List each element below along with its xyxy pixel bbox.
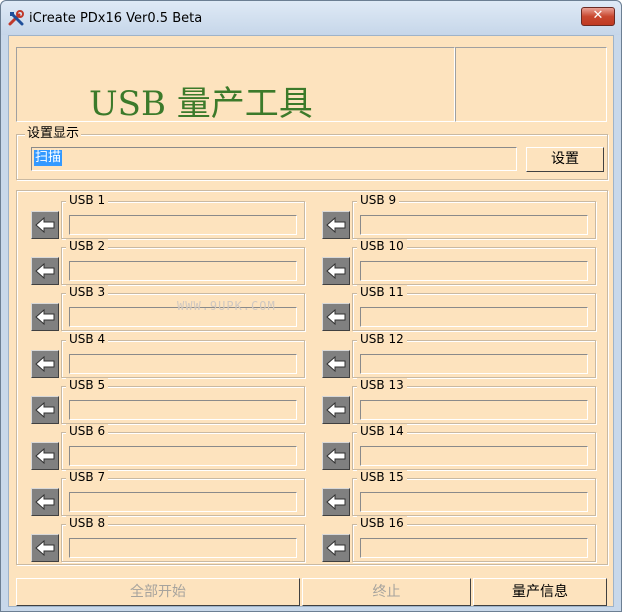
usb-port-16-arrow-icon: [322, 534, 350, 562]
usb-port-9-arrow-icon: [322, 211, 350, 239]
start-all-label: 全部开始: [130, 584, 186, 600]
usb-port-7: USB 7: [61, 470, 305, 516]
watermark-text: WWW.9UPK.COM: [177, 299, 276, 313]
usb-port-label: USB 9: [357, 193, 400, 208]
usb-port-status-field[interactable]: [360, 400, 588, 420]
usb-port-label: USB 4: [66, 332, 109, 347]
usb-port-5-arrow-icon: [31, 396, 59, 424]
usb-port-status-field[interactable]: [69, 215, 297, 235]
usb-port-status-field[interactable]: [69, 354, 297, 374]
usb-port-13-arrow-icon: [322, 396, 350, 424]
usb-port-label: USB 12: [357, 332, 407, 347]
usb-port-6: USB 6: [61, 424, 305, 470]
usb-port-10: USB 10: [352, 239, 596, 285]
usb-port-status-field[interactable]: [360, 261, 588, 281]
settings-group-label: 设置显示: [25, 126, 82, 142]
usb-port-label: USB 6: [66, 424, 109, 439]
usb-port-7-arrow-icon: [31, 488, 59, 516]
usb-port-1: USB 1: [61, 193, 305, 239]
usb-port-8: USB 8: [61, 516, 305, 562]
usb-port-9: USB 9: [352, 193, 596, 239]
main-panel: USB 量产工具 设置显示 扫描 设置 USB 1 USB 2 USB 3 USB 4…: [8, 35, 614, 607]
usb-port-12-arrow-icon: [322, 350, 350, 378]
usb-port-11-arrow-icon: [322, 303, 350, 331]
usb-port-label: USB 14: [357, 424, 407, 439]
usb-port-14: USB 14: [352, 424, 596, 470]
usb-port-status-field[interactable]: [360, 307, 588, 327]
settings-button[interactable]: 设置: [526, 147, 604, 172]
usb-port-status-field[interactable]: [360, 538, 588, 558]
usb-port-status-field[interactable]: [69, 538, 297, 558]
usb-port-status-field[interactable]: [360, 446, 588, 466]
usb-port-2: USB 2: [61, 239, 305, 285]
usb-port-2-arrow-icon: [31, 257, 59, 285]
stop-label: 终止: [372, 584, 401, 600]
usb-port-12: USB 12: [352, 332, 596, 378]
usb-port-label: USB 15: [357, 470, 407, 485]
usb-port-label: USB 1: [66, 193, 109, 208]
usb-port-label: USB 3: [66, 285, 109, 300]
usb-port-label: USB 7: [66, 470, 109, 485]
usb-port-5: USB 5: [61, 378, 305, 424]
headline-text: USB 量产工具: [89, 84, 313, 124]
usb-port-4-arrow-icon: [31, 350, 59, 378]
usb-port-status-field[interactable]: [69, 446, 297, 466]
usb-port-1-arrow-icon: [31, 211, 59, 239]
close-button[interactable]: ✕: [581, 7, 615, 26]
usb-port-14-arrow-icon: [322, 442, 350, 470]
close-icon: ✕: [592, 8, 604, 23]
usb-port-label: USB 10: [357, 239, 407, 254]
usb-port-10-arrow-icon: [322, 257, 350, 285]
usb-port-16: USB 16: [352, 516, 596, 562]
stop-button[interactable]: 终止: [302, 578, 471, 606]
usb-port-13: USB 13: [352, 378, 596, 424]
production-info-label: 量产信息: [512, 584, 568, 600]
logo-panel: [455, 47, 607, 122]
usb-port-label: USB 16: [357, 516, 407, 531]
usb-port-11: USB 11: [352, 285, 596, 331]
usb-port-status-field[interactable]: [360, 354, 588, 374]
production-info-button[interactable]: 量产信息: [473, 578, 607, 606]
usb-port-status-field[interactable]: [360, 492, 588, 512]
usb-port-6-arrow-icon: [31, 442, 59, 470]
usb-port-label: USB 8: [66, 516, 109, 531]
settings-group: 设置显示 扫描 设置: [16, 126, 608, 180]
title-bar[interactable]: iCreate PDx16 Ver0.5 Beta ✕: [1, 1, 621, 35]
usb-port-label: USB 13: [357, 378, 407, 393]
settings-display-value: 扫描: [34, 150, 63, 166]
usb-port-label: USB 11: [357, 285, 407, 300]
start-all-button[interactable]: 全部开始: [16, 578, 300, 606]
usb-port-label: USB 5: [66, 378, 109, 393]
usb-port-15-arrow-icon: [322, 488, 350, 516]
usb-port-4: USB 4: [61, 332, 305, 378]
usb-port-15: USB 15: [352, 470, 596, 516]
usb-port-label: USB 2: [66, 239, 109, 254]
usb-port-status-field[interactable]: [69, 492, 297, 512]
headline-panel: USB 量产工具: [16, 47, 455, 124]
usb-port-status-field[interactable]: [69, 400, 297, 420]
settings-display-field[interactable]: 扫描: [31, 147, 517, 171]
usb-port-status-field[interactable]: [360, 215, 588, 235]
settings-button-label: 设置: [551, 151, 579, 167]
usb-port-3-arrow-icon: [31, 303, 59, 331]
tools-icon: [8, 10, 24, 26]
window-title: iCreate PDx16 Ver0.5 Beta: [29, 11, 203, 26]
usb-port-8-arrow-icon: [31, 534, 59, 562]
app-window: iCreate PDx16 Ver0.5 Beta ✕ USB 量产工具 设置显…: [0, 0, 622, 612]
usb-port-status-field[interactable]: [69, 261, 297, 281]
